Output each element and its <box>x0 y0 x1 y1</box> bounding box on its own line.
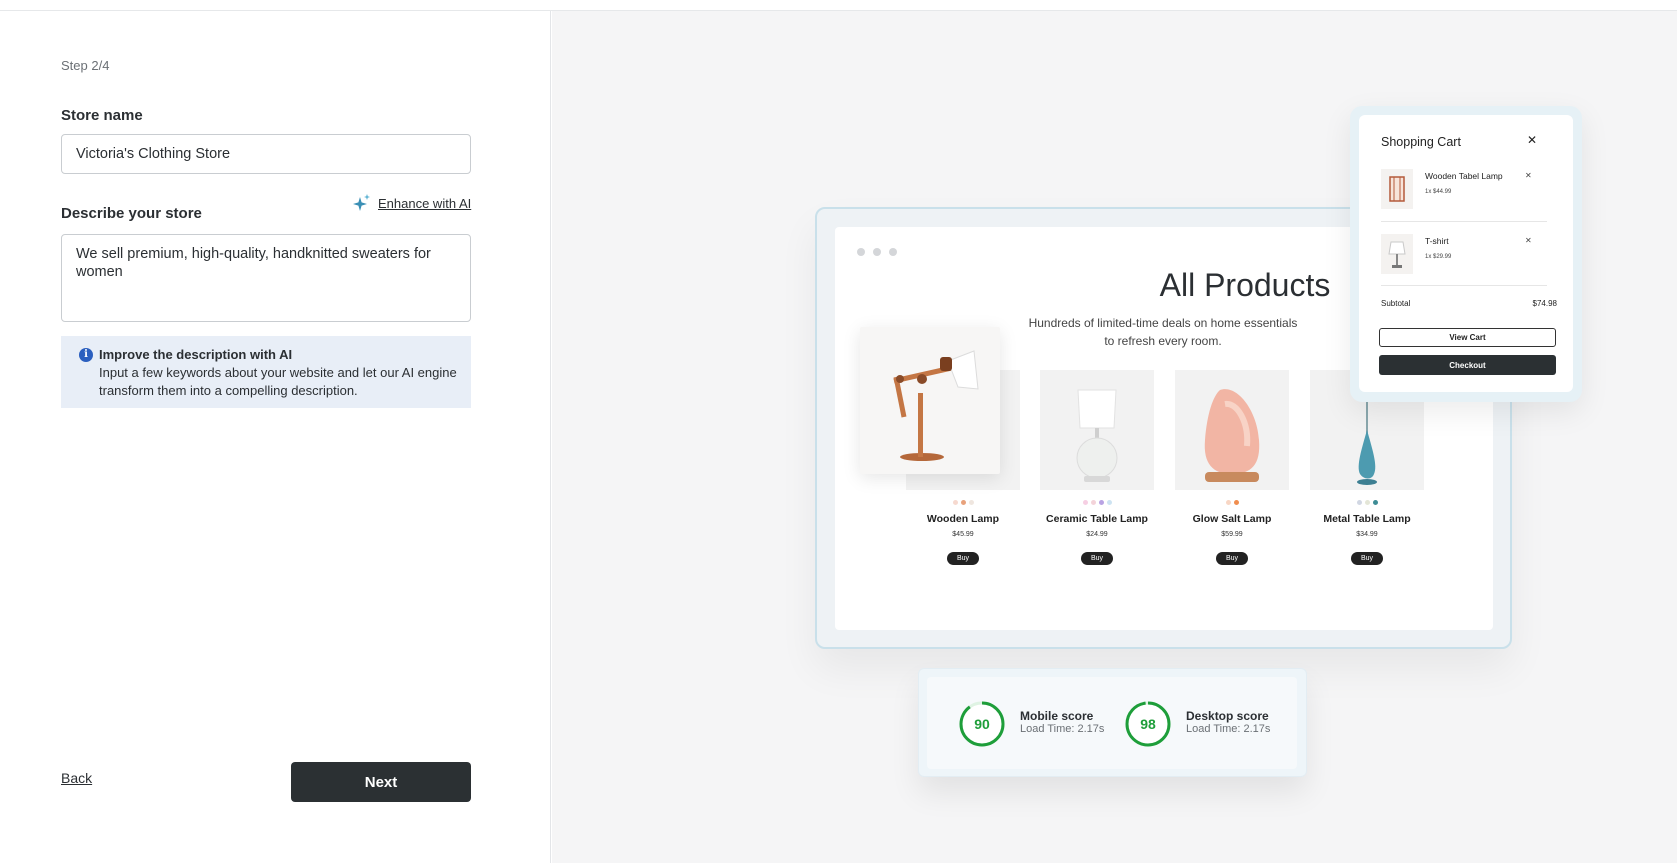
product-name: Wooden Lamp <box>926 513 1000 525</box>
color-swatch[interactable] <box>1372 500 1378 505</box>
top-bar <box>0 0 1677 11</box>
cart-subtotal: Subtotal $74.98 <box>1381 299 1557 308</box>
color-swatch[interactable] <box>1233 500 1239 505</box>
desktop-load-time: Load Time: 2.17s <box>1186 723 1271 735</box>
next-button[interactable]: Next <box>291 762 471 802</box>
step-indicator: Step 2/4 <box>61 58 110 73</box>
remove-item-icon[interactable]: ✕ <box>1525 236 1532 245</box>
cart-item-thumbnail <box>1381 234 1413 274</box>
divider <box>1381 221 1547 222</box>
product-name: Ceramic Table Lamp <box>1046 513 1148 525</box>
desktop-score-label: Desktop score <box>1186 709 1269 723</box>
product-card: Ceramic Table Lamp $24.99 Buy <box>1040 370 1154 565</box>
featured-product-image <box>860 327 1000 474</box>
color-swatch[interactable] <box>952 500 958 505</box>
cart-title: Shopping Cart <box>1381 135 1461 149</box>
view-cart-button[interactable]: View Cart <box>1379 328 1556 347</box>
color-swatches <box>1310 500 1424 505</box>
cart-item-quantity: 1x $29.99 <box>1425 254 1452 260</box>
performance-scores: 90 Mobile score Load Time: 2.17s 98 Desk… <box>927 677 1297 769</box>
mobile-score-value: 90 <box>974 716 990 732</box>
color-swatch[interactable] <box>1082 500 1088 505</box>
desktop-score-gauge: 98 <box>1123 699 1173 749</box>
product-image <box>1175 370 1289 490</box>
color-swatch[interactable] <box>1090 500 1096 505</box>
product-image <box>1040 370 1154 490</box>
sparkle-icon <box>352 193 372 213</box>
color-swatches <box>906 500 1020 505</box>
store-name-label: Store name <box>61 107 143 124</box>
back-link[interactable]: Back <box>61 770 92 786</box>
subtotal-label: Subtotal <box>1381 299 1411 308</box>
store-description-textarea[interactable]: We sell premium, high-quality, handknitt… <box>61 234 471 322</box>
mobile-score-label: Mobile score <box>1020 709 1094 723</box>
product-price: $45.99 <box>952 531 974 538</box>
buy-button[interactable]: Buy <box>947 552 979 565</box>
color-swatch[interactable] <box>1106 500 1112 505</box>
product-price: $59.99 <box>1221 531 1243 538</box>
color-swatch[interactable] <box>1356 500 1362 505</box>
buy-button[interactable]: Buy <box>1081 552 1113 565</box>
close-icon[interactable]: ✕ <box>1527 133 1537 147</box>
buy-button[interactable]: Buy <box>1351 552 1383 565</box>
cart-item: Wooden Tabel Lamp 1x $44.99 ✕ <box>1381 169 1547 219</box>
checkout-button[interactable]: Checkout <box>1379 355 1556 375</box>
product-price: $24.99 <box>1086 531 1108 538</box>
color-swatch[interactable] <box>960 500 966 505</box>
color-swatch[interactable] <box>1225 500 1231 505</box>
product-name: Glow Salt Lamp <box>1192 513 1272 525</box>
mobile-load-time: Load Time: 2.17s <box>1020 723 1105 735</box>
mobile-score-gauge: 90 <box>957 699 1007 749</box>
cart-item-name: Wooden Tabel Lamp <box>1425 171 1503 181</box>
describe-store-label: Describe your store <box>61 205 202 222</box>
cart-item-quantity: 1x $44.99 <box>1425 189 1452 195</box>
color-swatch[interactable] <box>1098 500 1104 505</box>
product-name: Metal Table Lamp <box>1323 513 1411 525</box>
ai-info-box: i Improve the description with AI Input … <box>61 336 471 408</box>
color-swatch[interactable] <box>1364 500 1370 505</box>
color-swatches <box>1040 500 1154 505</box>
enhance-with-ai-label: Enhance with AI <box>378 195 472 211</box>
remove-item-icon[interactable]: ✕ <box>1525 171 1532 180</box>
shopping-cart: Shopping Cart ✕ Wooden Tabel Lamp 1x $44… <box>1359 115 1573 392</box>
divider <box>1381 285 1547 286</box>
product-card: Glow Salt Lamp $59.99 Buy <box>1175 370 1289 565</box>
buy-button[interactable]: Buy <box>1216 552 1248 565</box>
color-swatch[interactable] <box>968 500 974 505</box>
window-dots <box>857 248 897 256</box>
subtotal-value: $74.98 <box>1532 299 1557 308</box>
cart-item: T-shirt 1x $29.99 ✕ <box>1381 234 1547 284</box>
products-subtitle: Hundreds of limited-time deals on home e… <box>1028 316 1298 348</box>
desktop-score-value: 98 <box>1140 716 1156 732</box>
cart-item-name: T-shirt <box>1425 236 1449 246</box>
info-title: Improve the description with AI <box>99 347 293 362</box>
info-text: Input a few keywords about your website … <box>99 365 457 398</box>
product-price: $34.99 <box>1356 531 1378 538</box>
enhance-with-ai-link[interactable]: Enhance with AI <box>352 193 471 213</box>
store-name-input[interactable]: Victoria's Clothing Store <box>61 134 471 174</box>
cart-item-thumbnail <box>1381 169 1413 209</box>
info-icon: i <box>79 348 93 362</box>
color-swatches <box>1175 500 1289 505</box>
